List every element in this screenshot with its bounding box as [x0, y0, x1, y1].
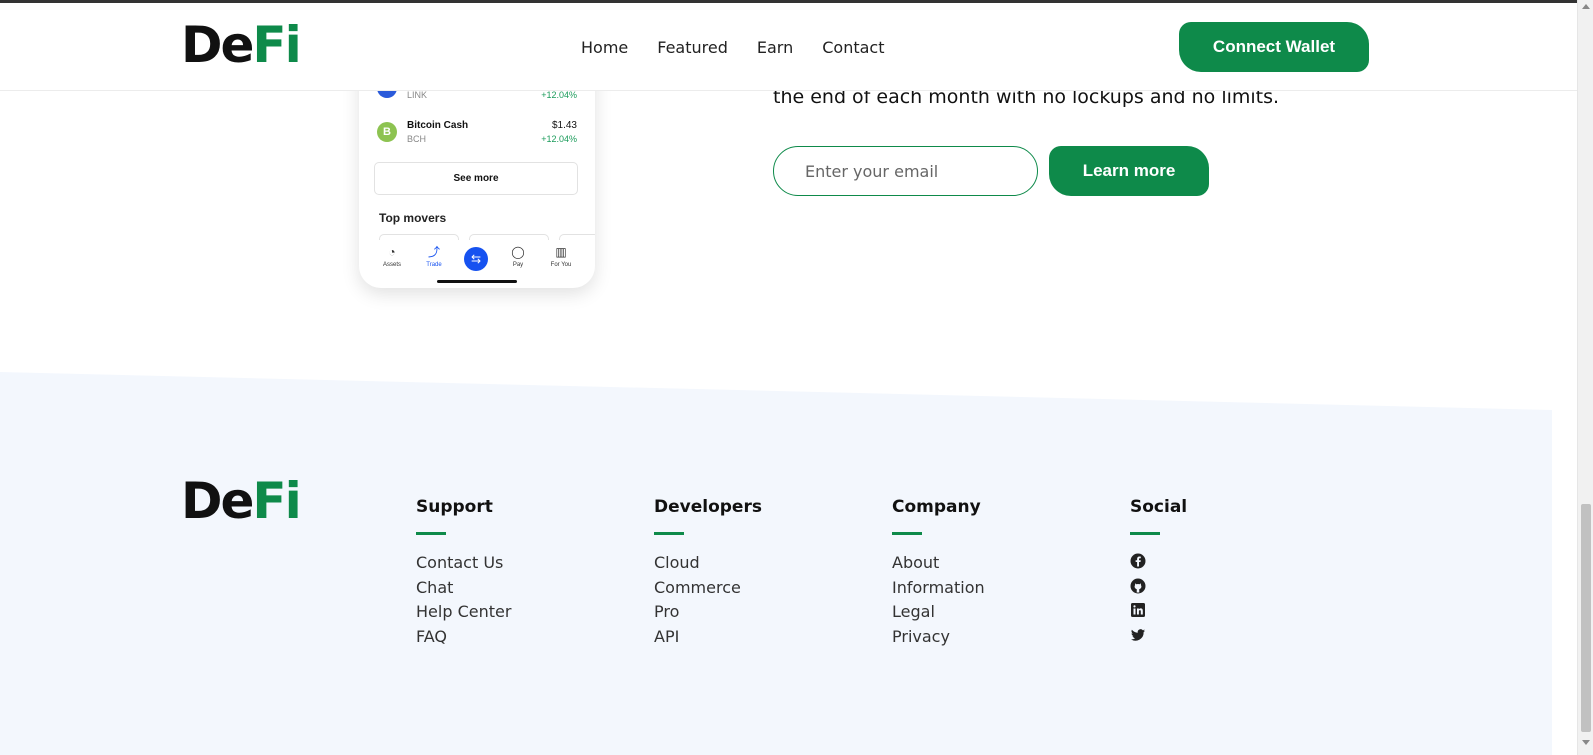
footer-column-developers: Developers Cloud Commerce Pro API	[654, 497, 762, 651]
footer-link[interactable]: Information	[892, 578, 985, 603]
heading-underline	[654, 532, 684, 535]
footer-link[interactable]: API	[654, 627, 762, 652]
connect-wallet-button[interactable]: Connect Wallet	[1179, 22, 1369, 72]
footer-link[interactable]: Chat	[416, 578, 511, 603]
footer-link[interactable]: Privacy	[892, 627, 985, 652]
tab-assets[interactable]: ◔ Assets	[372, 244, 412, 268]
footer-background	[0, 372, 1552, 755]
footer-link[interactable]: Cloud	[654, 553, 762, 578]
footer-link[interactable]: Legal	[892, 602, 985, 627]
footer-link[interactable]: Commerce	[654, 578, 762, 603]
site-header: DeFi Home Featured Earn Contact Connect …	[0, 3, 1577, 91]
scrollbar-thumb[interactable]	[1581, 504, 1591, 732]
nav-featured[interactable]: Featured	[657, 38, 728, 57]
window-top-border	[0, 0, 1577, 3]
mover-card	[469, 234, 549, 240]
footer-link[interactable]: FAQ	[416, 627, 511, 652]
nav-home[interactable]: Home	[581, 38, 628, 57]
pie-chart-icon: ◔	[388, 245, 396, 259]
grid-icon: ▥	[555, 245, 567, 259]
home-indicator	[437, 280, 517, 283]
footer-heading: Company	[892, 497, 981, 517]
tab-for-you[interactable]: ▥ For You	[541, 244, 581, 268]
coin-row-bch: B Bitcoin Cash BCH $1.43 +12.04%	[377, 120, 577, 150]
scroll-up-arrow-icon[interactable]	[1582, 4, 1590, 9]
twitter-icon[interactable]	[1130, 627, 1146, 643]
heading-underline	[892, 532, 922, 535]
footer-heading: Support	[416, 497, 493, 517]
email-input[interactable]	[773, 146, 1038, 196]
facebook-icon[interactable]	[1130, 553, 1146, 569]
heading-underline	[1130, 532, 1160, 535]
linkedin-icon[interactable]	[1130, 602, 1146, 618]
main-nav: Home Featured Earn Contact	[581, 38, 913, 57]
mover-card	[559, 234, 595, 240]
footer-link[interactable]: Pro	[654, 602, 762, 627]
scroll-down-arrow-icon[interactable]	[1582, 740, 1590, 745]
footer-heading: Developers	[654, 497, 762, 517]
nav-contact[interactable]: Contact	[822, 38, 884, 57]
github-icon[interactable]	[1130, 578, 1146, 594]
top-movers-heading: Top movers	[379, 211, 447, 225]
learn-more-button[interactable]: Learn more	[1049, 146, 1209, 196]
mover-card	[379, 234, 459, 240]
footer-column-company: Company About Information Legal Privacy	[892, 497, 985, 651]
footer-column-social: Social	[1130, 497, 1187, 651]
header-logo[interactable]: DeFi	[181, 20, 302, 70]
tab-trade[interactable]: ⤴ Trade	[414, 244, 454, 268]
footer-link[interactable]: About	[892, 553, 985, 578]
footer-logo[interactable]: DeFi	[181, 476, 302, 526]
pay-icon: ◯	[511, 245, 525, 259]
tab-pay[interactable]: ◯ Pay	[498, 244, 538, 268]
nav-earn[interactable]: Earn	[757, 38, 793, 57]
see-more-button[interactable]: See more	[374, 162, 578, 195]
page-scrollbar[interactable]	[1577, 0, 1593, 755]
swap-icon[interactable]: ⇆	[464, 247, 488, 271]
bitcoin-cash-icon: B	[377, 122, 397, 142]
footer-heading: Social	[1130, 497, 1188, 517]
footer-column-support: Support Contact Us Chat Help Center FAQ	[416, 497, 511, 651]
heading-underline	[416, 532, 446, 535]
trend-icon: ⤴	[427, 245, 440, 259]
footer-link[interactable]: Contact Us	[416, 553, 511, 578]
footer-link[interactable]: Help Center	[416, 602, 511, 627]
